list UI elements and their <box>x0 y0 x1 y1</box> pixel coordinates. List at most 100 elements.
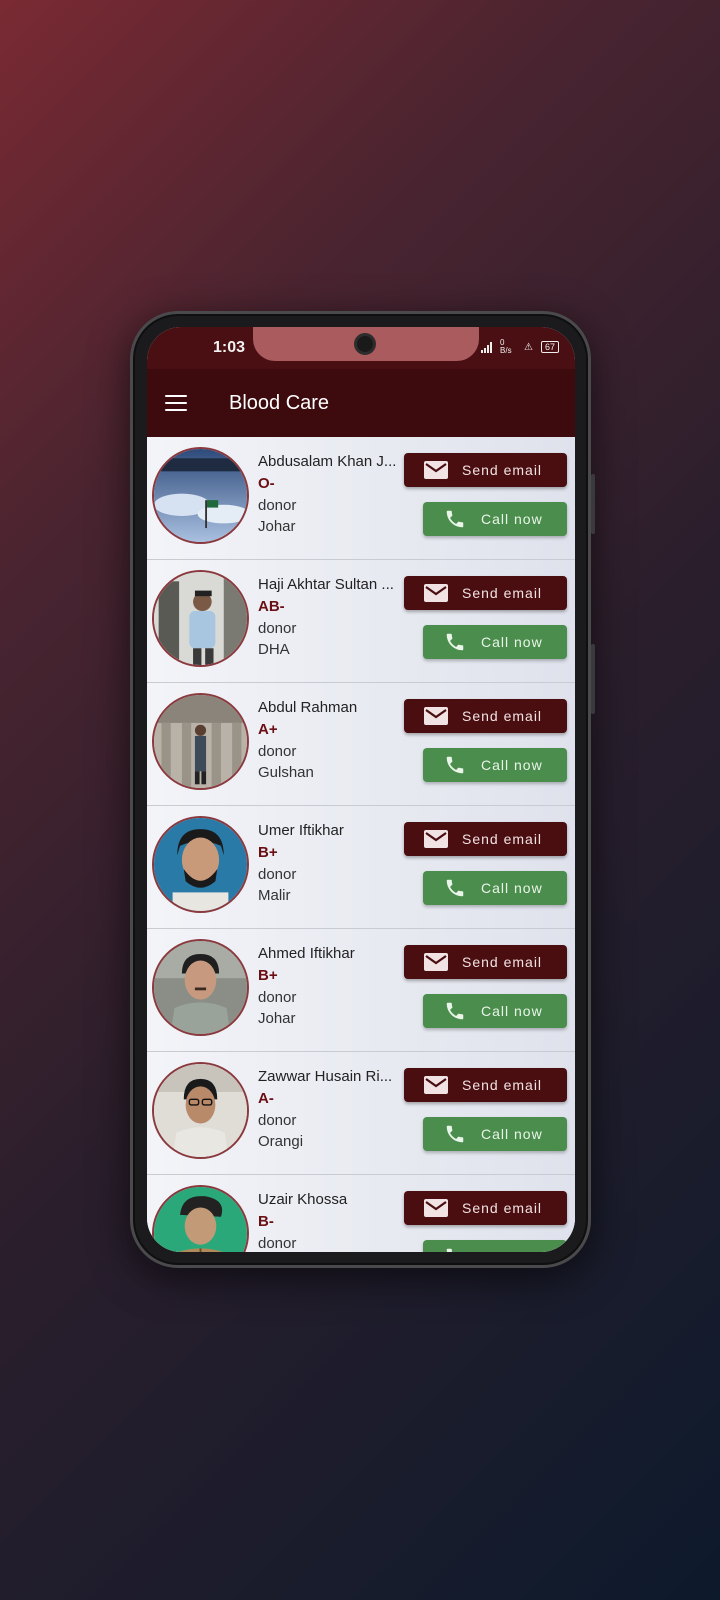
call-now-label: Call now <box>481 757 543 773</box>
call-now-button[interactable]: Call now <box>423 1117 567 1151</box>
donor-name: Abdul Rahman <box>258 699 358 716</box>
send-email-button[interactable]: Send email <box>404 945 567 979</box>
phone-icon <box>435 1123 475 1145</box>
call-now-label: Call now <box>481 1003 543 1019</box>
send-email-button[interactable]: Send email <box>404 453 567 487</box>
send-email-label: Send email <box>462 1077 543 1093</box>
donor-avatar[interactable] <box>152 570 249 667</box>
donor-blood-group: A+ <box>258 721 278 738</box>
mail-icon <box>416 830 456 848</box>
donor-list[interactable]: Abdusalam Khan J... O- donor Johar Send … <box>147 437 575 1252</box>
call-now-label: Call now <box>481 634 543 650</box>
donor-role: donor <box>258 1112 297 1129</box>
mail-icon <box>416 1199 456 1217</box>
send-email-label: Send email <box>462 1200 543 1216</box>
warning-icon: ⚠ <box>524 341 533 353</box>
send-email-label: Send email <box>462 708 543 724</box>
mail-icon <box>416 1076 456 1094</box>
donor-avatar[interactable] <box>152 939 249 1036</box>
camera-notch <box>253 327 479 361</box>
hamburger-menu-icon[interactable] <box>165 395 187 411</box>
mail-icon <box>416 953 456 971</box>
send-email-label: Send email <box>462 585 543 601</box>
send-email-button[interactable]: Send email <box>404 1191 567 1225</box>
donor-area: Gulshan <box>258 764 314 781</box>
phone-frame: 1:03 0 B/s ⚠ 67 Blood Care Abdusalam Kha… <box>130 311 595 1268</box>
donor-name: Haji Akhtar Sultan ... <box>258 576 394 593</box>
mail-icon <box>416 461 456 479</box>
call-now-label: Call now <box>481 1249 543 1252</box>
send-email-button[interactable]: Send email <box>404 1068 567 1102</box>
donor-blood-group: A- <box>258 1090 274 1107</box>
donor-avatar[interactable] <box>152 816 249 913</box>
donor-row[interactable]: Ahmed Iftikhar B+ donor Johar Send email… <box>147 929 575 1052</box>
donor-role: donor <box>258 1235 297 1252</box>
mail-icon <box>416 707 456 725</box>
donor-area: Johar <box>258 1010 296 1027</box>
donor-role: donor <box>258 497 297 514</box>
call-now-button[interactable]: Call now <box>423 502 567 536</box>
signal-icon <box>481 341 493 353</box>
app-bar: Blood Care <box>147 369 575 437</box>
call-now-button[interactable]: Call now <box>423 748 567 782</box>
donor-row[interactable]: Uzair Khossa B- donor Send email Call no… <box>147 1175 575 1252</box>
phone-icon <box>435 1246 475 1252</box>
donor-role: donor <box>258 866 297 883</box>
battery-icon: 67 <box>540 341 559 353</box>
donor-row[interactable]: Umer Iftikhar B+ donor Malir Send email … <box>147 806 575 929</box>
phone-icon <box>435 631 475 653</box>
donor-blood-group: B+ <box>258 844 278 861</box>
donor-role: donor <box>258 620 297 637</box>
phone-screen: 1:03 0 B/s ⚠ 67 Blood Care Abdusalam Kha… <box>147 327 575 1252</box>
send-email-label: Send email <box>462 831 543 847</box>
send-email-label: Send email <box>462 462 543 478</box>
send-email-button[interactable]: Send email <box>404 699 567 733</box>
donor-avatar[interactable] <box>152 447 249 544</box>
donor-role: donor <box>258 989 297 1006</box>
send-email-button[interactable]: Send email <box>404 822 567 856</box>
donor-name: Zawwar Husain Ri... <box>258 1068 393 1085</box>
donor-avatar[interactable] <box>152 693 249 790</box>
donor-name: Uzair Khossa <box>258 1191 348 1208</box>
donor-blood-group: B- <box>258 1213 274 1230</box>
donor-row[interactable]: Abdusalam Khan J... O- donor Johar Send … <box>147 437 575 560</box>
send-email-label: Send email <box>462 954 543 970</box>
donor-avatar[interactable] <box>152 1185 249 1252</box>
call-now-label: Call now <box>481 880 543 896</box>
status-time: 1:03 <box>213 339 246 356</box>
donor-row[interactable]: Abdul Rahman A+ donor Gulshan Send email… <box>147 683 575 806</box>
call-now-label: Call now <box>481 511 543 527</box>
donor-blood-group: O- <box>258 475 275 492</box>
donor-blood-group: B+ <box>258 967 278 984</box>
call-now-label: Call now <box>481 1126 543 1142</box>
donor-name: Abdusalam Khan J... <box>258 453 397 470</box>
power-button <box>591 644 595 714</box>
donor-area: DHA <box>258 641 290 658</box>
donor-area: Johar <box>258 518 296 535</box>
donor-area: Orangi <box>258 1133 304 1150</box>
phone-icon <box>435 877 475 899</box>
donor-name: Umer Iftikhar <box>258 822 344 839</box>
donor-role: donor <box>258 743 297 760</box>
app-title: Blood Care <box>229 391 330 414</box>
camera-icon <box>354 333 376 355</box>
call-now-button[interactable]: Call now <box>423 625 567 659</box>
network-rate: 0 B/s <box>500 338 512 355</box>
status-icons: 0 B/s ⚠ 67 <box>481 339 559 355</box>
status-bar: 1:03 0 B/s ⚠ 67 <box>147 327 575 369</box>
donor-name: Ahmed Iftikhar <box>258 945 355 962</box>
donor-row[interactable]: Zawwar Husain Ri... A- donor Orangi Send… <box>147 1052 575 1175</box>
phone-icon <box>435 1000 475 1022</box>
call-now-button[interactable]: Call now <box>423 871 567 905</box>
donor-row[interactable]: Haji Akhtar Sultan ... AB- donor DHA Sen… <box>147 560 575 683</box>
donor-area: Malir <box>258 887 291 904</box>
send-email-button[interactable]: Send email <box>404 576 567 610</box>
donor-blood-group: AB- <box>258 598 285 615</box>
call-now-button[interactable]: Call now <box>423 1240 567 1252</box>
phone-icon <box>435 754 475 776</box>
volume-button <box>591 474 595 534</box>
phone-icon <box>435 508 475 530</box>
call-now-button[interactable]: Call now <box>423 994 567 1028</box>
donor-avatar[interactable] <box>152 1062 249 1159</box>
mail-icon <box>416 584 456 602</box>
